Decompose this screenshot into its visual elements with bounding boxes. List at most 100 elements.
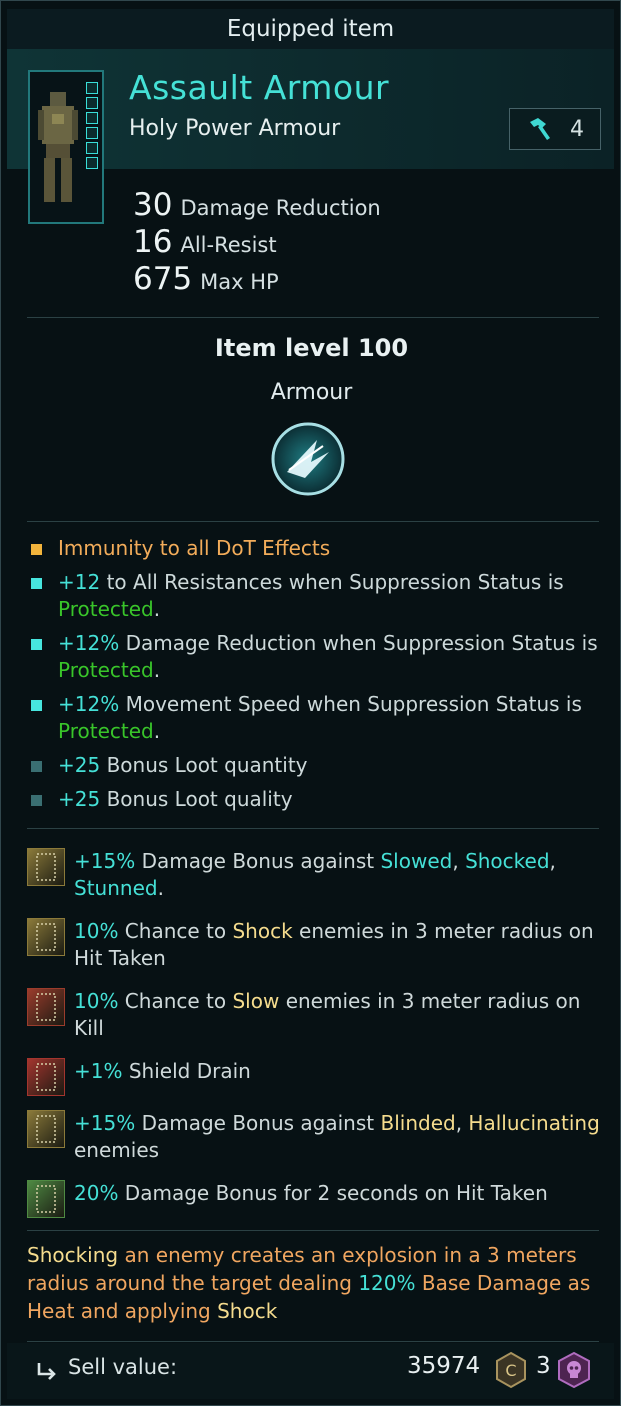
text-segment: to All Resistances when Suppression Stat… [100, 570, 564, 594]
affix-bullet-icon [31, 700, 42, 711]
stat-all-resist: 16 All-Resist [133, 224, 277, 260]
text-segment: Movement Speed when Suppression Status i… [119, 692, 582, 716]
mod-text: 10% Chance to Slow enemies in 3 meter ra… [74, 988, 602, 1042]
item-portrait [28, 70, 104, 224]
text-segment: +15% [74, 1111, 136, 1135]
text-segment: Hallucinating [468, 1111, 600, 1135]
legendary-effect: Shocking an enemy creates an explosion i… [27, 1241, 597, 1325]
rune-b-icon [27, 918, 65, 956]
stat-damage-reduction: 30 Damage Reduction [133, 187, 381, 223]
text-segment: Chance to [118, 989, 233, 1013]
text-segment: 10% [74, 919, 119, 943]
affix-text: +25 Bonus Loot quality [58, 786, 293, 813]
text-segment: Shocked [465, 849, 550, 873]
item-subtype: Holy Power Armour [129, 116, 341, 141]
skull-amount: 3 [536, 1353, 551, 1379]
item-stats: 30 Damage Reduction 16 All-Resist 675 Max H… [133, 187, 381, 298]
text-segment: Slow [232, 989, 280, 1013]
text-segment: 120% [358, 1271, 416, 1295]
mod-row: 10% Chance to Slow enemies in 3 meter ra… [27, 988, 602, 1058]
affix-row: +12 to All Resistances when Suppression … [31, 569, 601, 630]
rune-t-icon [27, 1180, 65, 1218]
rune-n-icon [27, 988, 65, 1026]
mod-row: +15% Damage Bonus against Slowed, Shocke… [27, 848, 602, 918]
affix-bullet-icon [31, 544, 42, 555]
mod-row: +1% Shield Drain [27, 1058, 602, 1110]
sell-bar: Sell value: 35974 C 3 [7, 1343, 614, 1399]
mod-slots [86, 82, 98, 172]
text-segment: +25 [58, 753, 101, 777]
affix-bullet-icon [31, 639, 42, 650]
divider [27, 828, 599, 829]
affix-row: Immunity to all DoT Effects [31, 535, 601, 569]
stat-max-hp: 675 Max HP [133, 261, 279, 297]
mod-text: +1% Shield Drain [74, 1058, 251, 1085]
skull-currency-icon [558, 1351, 590, 1389]
text-segment: Damage Bonus against [135, 849, 381, 873]
text-segment: Protected [58, 597, 154, 621]
item-name: Assault Armour [129, 68, 390, 107]
affix-row: +25 Bonus Loot quantity [31, 752, 601, 786]
text-segment: 20% [74, 1181, 119, 1205]
affix-text: Immunity to all DoT Effects [58, 535, 330, 562]
text-segment: Bonus Loot quantity [100, 753, 308, 777]
mod-row: +15% Damage Bonus against Blinded, Hallu… [27, 1110, 602, 1180]
affix-text: +12% Movement Speed when Suppression Sta… [58, 691, 601, 745]
text-segment: Shield Drain [122, 1059, 251, 1083]
mod-text: 20% Damage Bonus for 2 seconds on Hit Ta… [74, 1180, 548, 1207]
return-arrow-icon [37, 1363, 56, 1380]
affix-text: +12% Damage Reduction when Suppression S… [58, 630, 601, 684]
text-segment: . [153, 658, 161, 682]
text-segment: +12% [58, 692, 120, 716]
mod-text: +15% Damage Bonus against Slowed, Shocke… [74, 848, 602, 902]
tier-value: 4 [570, 116, 584, 142]
svg-text:C: C [505, 1361, 516, 1380]
text-segment: Blinded [380, 1111, 456, 1135]
text-segment: , [452, 849, 466, 873]
hammer-icon [530, 118, 550, 140]
rune-q-icon [27, 1058, 65, 1096]
title-text: Equipped item [226, 16, 395, 42]
mod-list: +15% Damage Bonus against Slowed, Shocke… [27, 848, 602, 1235]
affix-bullet-icon [31, 578, 42, 589]
armour-shard-icon [271, 422, 345, 496]
text-segment: Protected [58, 719, 154, 743]
affix-bullet-icon [31, 795, 42, 806]
text-segment: Chance to [118, 919, 233, 943]
sell-value-label: Sell value: [68, 1355, 178, 1379]
text-segment: , [549, 849, 556, 873]
text-segment: Shock [232, 919, 293, 943]
item-tooltip: Equipped item Assault Armour Holy Power … [0, 0, 621, 1406]
coin-amount: 35974 [407, 1353, 481, 1379]
credit-coin-icon: C [496, 1351, 526, 1389]
affix-row: +25 Bonus Loot quality [31, 786, 601, 820]
text-segment: +1% [74, 1059, 123, 1083]
text-segment: Damage Bonus for 2 seconds on Hit Taken [118, 1181, 548, 1205]
tooltip-title: Equipped item [7, 9, 614, 50]
text-segment: Immunity to all DoT Effects [58, 536, 331, 560]
text-segment: , [455, 1111, 469, 1135]
text-segment: . [153, 719, 161, 743]
text-segment: Bonus Loot quality [100, 787, 293, 811]
text-segment: +12 [58, 570, 101, 594]
affix-bullet-icon [31, 761, 42, 772]
mod-text: +15% Damage Bonus against Blinded, Hallu… [74, 1110, 602, 1164]
text-segment: Damage Bonus against [135, 1111, 381, 1135]
text-segment: +25 [58, 787, 101, 811]
text-segment: 10% [74, 989, 119, 1013]
text-segment: Protected [58, 658, 154, 682]
divider [27, 317, 599, 318]
item-level: Item level 100 [214, 334, 409, 362]
text-segment: . [153, 597, 161, 621]
affix-row: +12% Damage Reduction when Suppression S… [31, 630, 601, 691]
text-segment: Stunned [74, 876, 158, 900]
text-segment: +15% [74, 849, 136, 873]
rune-m-icon [27, 848, 65, 886]
text-segment: Shock [217, 1299, 278, 1323]
armour-portrait-icon [38, 92, 78, 202]
text-segment: enemies [74, 1138, 160, 1162]
mod-row: 20% Damage Bonus for 2 seconds on Hit Ta… [27, 1180, 602, 1235]
text-segment: . [157, 876, 164, 900]
text-segment: Shocking [27, 1243, 119, 1267]
affix-text: +25 Bonus Loot quantity [58, 752, 308, 779]
